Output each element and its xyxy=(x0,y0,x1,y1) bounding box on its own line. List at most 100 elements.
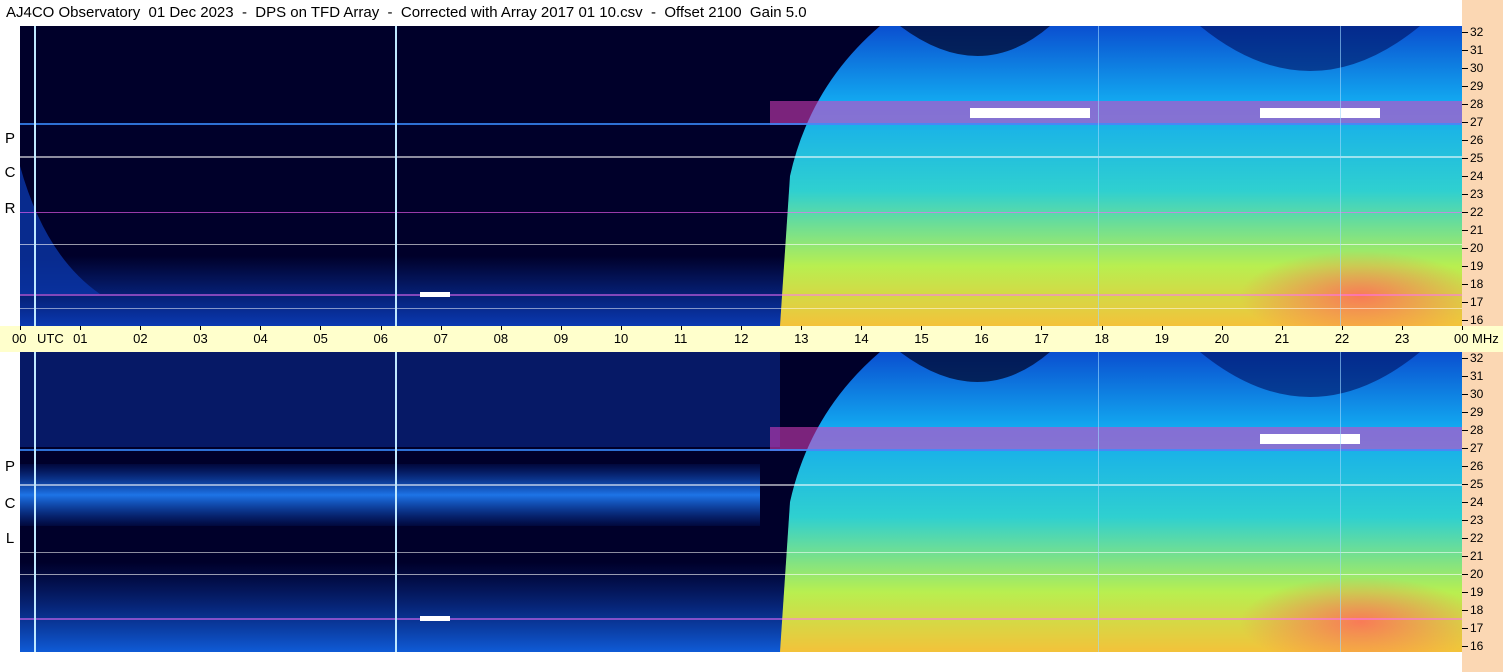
time-label: 15 xyxy=(914,331,929,346)
time-label: 05 xyxy=(313,331,328,346)
time-tick xyxy=(921,326,923,330)
rcp-freq-tick xyxy=(1462,50,1468,51)
rcp-letter-r: R xyxy=(4,200,16,217)
lcp-letter-p: P xyxy=(4,458,15,475)
rcp-freq-label: 32 xyxy=(1470,25,1484,39)
rcp-freq-tick xyxy=(1462,320,1468,321)
time-label: 03 xyxy=(193,331,208,346)
rcp-freq-tick xyxy=(1462,140,1468,141)
time-tick xyxy=(1341,326,1343,330)
time-tick xyxy=(1101,326,1103,330)
time-label: 01 xyxy=(73,331,88,346)
rcp-freq-tick xyxy=(1462,68,1468,69)
rcp-freq-tick xyxy=(1462,302,1468,303)
rcp-freq-label: 29 xyxy=(1470,79,1484,93)
lcp-freq-tick xyxy=(1462,412,1468,413)
time-label: 18 xyxy=(1094,331,1109,346)
lcp-freq-label: 16 xyxy=(1470,639,1484,653)
lcp-freq-tick xyxy=(1462,502,1468,503)
time-label: 07 xyxy=(433,331,449,346)
rcp-freq-label: 18 xyxy=(1470,277,1484,291)
rcp-freq-label: 22 xyxy=(1470,205,1484,219)
lcp-freq-label: 17 xyxy=(1470,621,1484,635)
time-label: 09 xyxy=(553,331,569,346)
time-label: 16 xyxy=(974,331,989,346)
lcp-freq-label: 29 xyxy=(1470,405,1484,419)
lcp-freq-label: 26 xyxy=(1470,459,1484,473)
time-label: 20 xyxy=(1214,331,1230,346)
lcp-freq-tick xyxy=(1462,610,1468,611)
lcp-freq-tick xyxy=(1462,484,1468,485)
lcp-freq-tick xyxy=(1462,646,1468,647)
lcp-freq-label: 22 xyxy=(1470,531,1484,545)
time-label: 21 xyxy=(1274,331,1290,346)
rcp-freq-tick xyxy=(1462,32,1468,33)
time-tick xyxy=(440,326,442,330)
time-label: 13 xyxy=(794,331,809,346)
rcp-freq-tick xyxy=(1462,122,1468,123)
lcp-freq-label: 30 xyxy=(1470,387,1484,401)
chart-title: AJ4CO Observatory 01 Dec 2023 - DPS on T… xyxy=(6,4,807,21)
rcp-freq-tick xyxy=(1462,176,1468,177)
time-label: 08 xyxy=(493,331,509,346)
lcp-freq-label: 20 xyxy=(1470,567,1484,581)
lcp-freq-tick xyxy=(1462,538,1468,539)
lcp-freq-label: 27 xyxy=(1470,441,1484,455)
rcp-freq-label: 31 xyxy=(1470,43,1484,57)
time-tick xyxy=(1281,326,1283,330)
time-tick xyxy=(20,326,21,330)
time-tick xyxy=(200,326,202,330)
rcp-freq-tick xyxy=(1462,158,1468,159)
rcp-freq-label: 24 xyxy=(1470,169,1484,183)
time-tick xyxy=(320,326,322,330)
time-tick xyxy=(500,326,502,330)
lcp-freq-tick xyxy=(1462,448,1468,449)
rcp-freq-tick xyxy=(1462,104,1468,105)
time-tick xyxy=(1041,326,1043,330)
lcp-freq-tick xyxy=(1462,466,1468,467)
rcp-freq-tick xyxy=(1462,194,1468,195)
lcp-freq-tick xyxy=(1462,574,1468,575)
rcp-freq-label: 25 xyxy=(1470,151,1484,165)
lcp-freq-tick xyxy=(1462,520,1468,521)
lcp-freq-tick xyxy=(1462,394,1468,395)
rcp-freq-label: 19 xyxy=(1470,259,1484,273)
freq-axis-bottom-filler xyxy=(1462,652,1503,672)
rcp-frequency-axis: 32 31 30 29 28 27 26 25 24 23 22 21 20 19 18 17 16 xyxy=(1462,26,1503,326)
rcp-freq-tick xyxy=(1462,230,1468,231)
time-label: 19 xyxy=(1154,331,1170,346)
lcp-letter-c: C xyxy=(4,495,16,512)
rcp-freq-label: 26 xyxy=(1470,133,1484,147)
rcp-freq-tick xyxy=(1462,248,1468,249)
time-tick xyxy=(1221,326,1223,330)
rcp-letter-p: P xyxy=(4,130,15,147)
rcp-freq-tick xyxy=(1462,266,1468,267)
lcp-letter-l: L xyxy=(5,530,15,547)
time-tick xyxy=(801,326,803,330)
time-label: 12 xyxy=(734,331,749,346)
time-label: 00 xyxy=(12,331,27,346)
lcp-freq-tick xyxy=(1462,430,1468,431)
time-label: 22 xyxy=(1334,331,1350,346)
time-tick xyxy=(80,326,82,330)
time-tick xyxy=(560,326,562,330)
rcp-freq-label: 23 xyxy=(1470,187,1484,201)
lcp-freq-label: 21 xyxy=(1470,549,1484,563)
lcp-freq-label: 23 xyxy=(1470,513,1484,527)
lcp-freq-label: 18 xyxy=(1470,603,1484,617)
utc-label: UTC xyxy=(37,331,64,346)
time-tick xyxy=(140,326,142,330)
rcp-freq-label: 30 xyxy=(1470,61,1484,75)
lcp-freq-label: 31 xyxy=(1470,369,1484,383)
time-axis: 00 01 02 03 04 05 06 07 08 09 10 11 12 13 14 15 16 17 18 19… xyxy=(0,326,1503,352)
time-label: 17 xyxy=(1034,331,1049,346)
lcp-freq-tick xyxy=(1462,592,1468,593)
lcp-freq-tick xyxy=(1462,556,1468,557)
lcp-freq-tick xyxy=(1462,628,1468,629)
time-tick xyxy=(620,326,622,330)
time-label: 23 xyxy=(1394,331,1410,346)
time-tick xyxy=(260,326,262,330)
rcp-spectrogram xyxy=(20,26,1462,326)
rcp-freq-tick xyxy=(1462,284,1468,285)
rcp-freq-label: 28 xyxy=(1470,97,1484,111)
